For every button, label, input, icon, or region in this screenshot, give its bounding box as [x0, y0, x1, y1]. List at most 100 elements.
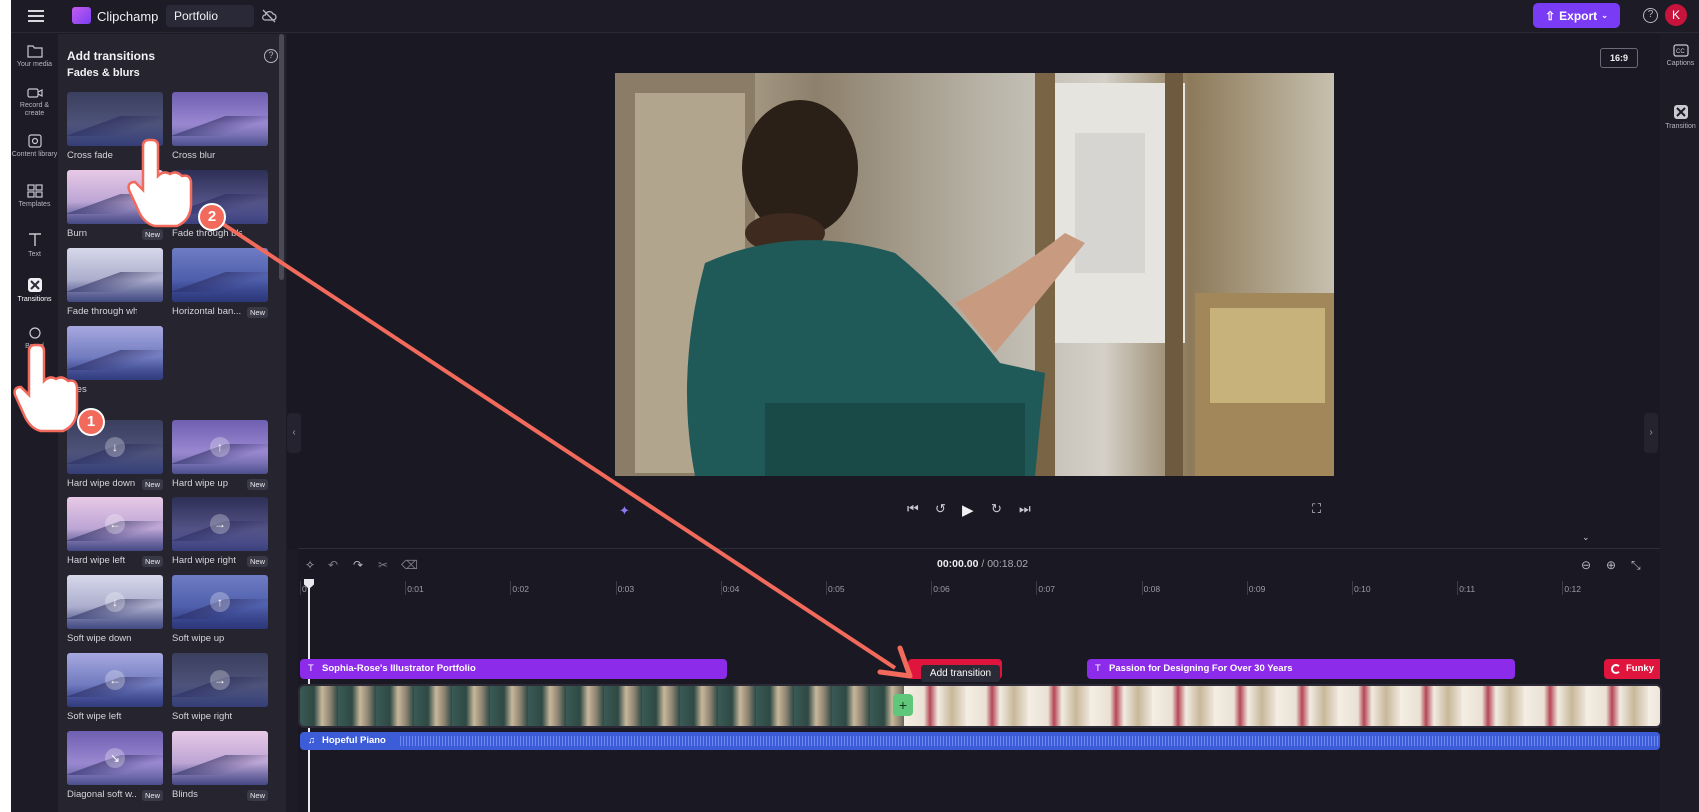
cut-icon[interactable]: ✂ — [378, 558, 388, 572]
transition-tile[interactable]: Tiles — [67, 326, 163, 395]
left-rail: Your media Record & create Content libra… — [11, 34, 58, 812]
video-track[interactable] — [298, 684, 1662, 728]
transition-tile[interactable]: Blinds New — [172, 731, 268, 801]
skip-back-icon[interactable]: ⏮ — [907, 501, 919, 517]
direction-arrow-icon: ← — [105, 670, 125, 690]
rail-text[interactable]: Text — [11, 232, 58, 259]
video-preview[interactable] — [615, 73, 1334, 476]
transition-thumbnail: ↑ — [172, 420, 268, 474]
templates-icon — [26, 184, 43, 198]
fit-icon[interactable]: ⤡ — [1631, 558, 1641, 573]
transition-thumbnail: → — [172, 497, 268, 551]
rewind-5s-icon[interactable]: ↺ — [935, 501, 946, 517]
new-badge: New — [141, 479, 163, 490]
redo-icon[interactable]: ↷ — [353, 558, 363, 572]
transition-tile[interactable]: Fade through black — [172, 170, 268, 239]
magic-edit-icon[interactable]: ✦ — [619, 503, 630, 519]
transition-tile[interactable]: ← Hard wipe left New — [67, 497, 163, 567]
time-ruler[interactable]: 0 0:01 0:02 0:03 0:04 0:05 0:06 0:07 0:08 0:09 0:1… — [298, 579, 1660, 599]
zoom-out-icon[interactable]: ⊖ — [1581, 558, 1591, 572]
project-name-field[interactable]: Portfolio — [166, 5, 254, 27]
transition-tile[interactable]: Burn New — [67, 170, 163, 240]
panel-title: Add transitions — [67, 49, 156, 63]
avatar[interactable]: K — [1665, 4, 1687, 26]
new-badge: New — [246, 307, 268, 318]
transition-label: Cross blur — [172, 150, 216, 161]
step-badge-2: 2 — [198, 203, 226, 231]
zoom-in-icon[interactable]: ⊕ — [1606, 558, 1616, 572]
transition-label: Tiles — [67, 384, 87, 395]
sticker-clip-funky[interactable]: Funky — [1604, 659, 1660, 679]
transition-tile[interactable]: Cross fade — [67, 92, 163, 161]
rail-transitions[interactable]: Transitions — [11, 271, 58, 317]
rail-templates[interactable]: Templates — [11, 184, 58, 209]
transition-tile[interactable]: → Soft wipe right — [172, 653, 268, 722]
timecode: 00:00.00 / 00:18.02 — [937, 558, 1028, 570]
captions-icon: CC — [1672, 44, 1689, 57]
transitions-icon — [27, 278, 42, 292]
rail-content-library[interactable]: Content library — [11, 134, 58, 159]
music-note-icon: ♫ — [308, 735, 316, 746]
transition-tile[interactable]: ↘ Diagonal soft w... New — [67, 731, 163, 801]
timeline: ✧ ↶ ↷ ✂ ⌫ 00:00.00 / 00:18.02 ⊖ ⊕ ⤡ 0 0:0… — [298, 548, 1662, 812]
play-icon[interactable]: ▶ — [962, 501, 974, 519]
transition-tile[interactable]: ↑ Hard wipe up New — [172, 420, 268, 490]
ruler-tick: 0:10 — [1352, 581, 1371, 595]
collapse-left-panel-button[interactable]: ‹ — [287, 413, 301, 453]
rail-label: Brand — [25, 343, 44, 350]
audio-waveform — [400, 736, 1660, 746]
transition-label: Horizontal ban... — [172, 306, 242, 317]
help-icon[interactable]: ? — [264, 49, 278, 63]
text-clip[interactable]: T Sophia-Rose's Illustrator Portfolio — [300, 659, 727, 679]
skip-forward-icon[interactable]: ⏭ — [1019, 501, 1031, 517]
ruler-tick: 0:02 — [510, 581, 529, 595]
chevron-down-icon[interactable]: ⌄ — [1582, 532, 1590, 543]
rail-transition[interactable]: Transition — [1662, 104, 1699, 131]
transition-tile[interactable]: → Hard wipe right New — [172, 497, 268, 567]
help-icon[interactable]: ? — [1643, 8, 1658, 23]
transition-tile[interactable]: Fade through white — [67, 248, 163, 317]
delete-icon[interactable]: ⌫ — [401, 558, 418, 572]
audio-track[interactable]: ♫ Hopeful Piano — [300, 732, 1660, 750]
undo-icon[interactable]: ↶ — [328, 558, 338, 572]
fullscreen-icon[interactable]: ⛶ — [1312, 501, 1321, 517]
new-badge: New — [141, 229, 163, 240]
transition-tile[interactable]: ↓ Soft wipe down — [67, 575, 163, 644]
export-button[interactable]: ⇧ Export ⌄ — [1533, 3, 1620, 28]
transition-tile[interactable]: ← Soft wipe left — [67, 653, 163, 722]
rail-brand[interactable]: Brand — [11, 326, 58, 351]
upload-icon: ⇧ — [1545, 8, 1556, 23]
transition-thumbnail: ↑ — [172, 575, 268, 629]
svg-text:CC: CC — [1676, 49, 1685, 55]
forward-5s-icon[interactable]: ↻ — [991, 501, 1002, 517]
menu-icon[interactable] — [28, 8, 44, 24]
transition-tile[interactable]: Cross blur — [172, 92, 268, 161]
add-transition-plus-button[interactable]: + — [893, 694, 913, 716]
transition-tile[interactable]: ↑ Soft wipe up — [172, 575, 268, 644]
ruler-tick: 0:06 — [931, 581, 950, 595]
panel-scrollbar[interactable] — [279, 34, 284, 280]
rail-captions[interactable]: CC Captions — [1662, 44, 1699, 68]
top-bar: Clipchamp Portfolio ⇧ Export ⌄ ? K — [11, 0, 1699, 33]
transition-tile[interactable]: Horizontal ban... New — [172, 248, 268, 318]
total-time: / 00:18.02 — [978, 558, 1029, 570]
new-badge: New — [246, 790, 268, 801]
video-frame-image — [615, 73, 1334, 476]
transition-thumbnail: ← — [67, 653, 163, 707]
rail-record-create[interactable]: Record & create — [11, 87, 58, 118]
transition-label: Hard wipe up — [172, 478, 228, 489]
rail-your-media[interactable]: Your media — [11, 44, 58, 69]
magic-icon[interactable]: ✧ — [305, 558, 315, 572]
transition-label: Hard wipe left — [67, 555, 126, 566]
section-title: Fades & blurs — [67, 67, 140, 79]
transition-thumbnail: ↘ — [67, 731, 163, 785]
cloud-off-icon[interactable] — [261, 8, 277, 24]
aspect-ratio-button[interactable]: 16:9 — [1600, 48, 1638, 68]
collapse-right-panel-button[interactable]: › — [1644, 413, 1658, 453]
new-badge: New — [246, 556, 268, 567]
transition-label: Soft wipe right — [172, 711, 233, 722]
app-name: Clipchamp — [97, 9, 159, 24]
direction-arrow-icon: ↘ — [105, 748, 125, 768]
transition-icon — [1673, 105, 1688, 119]
text-clip[interactable]: T Passion for Designing For Over 30 Year… — [1087, 659, 1515, 679]
